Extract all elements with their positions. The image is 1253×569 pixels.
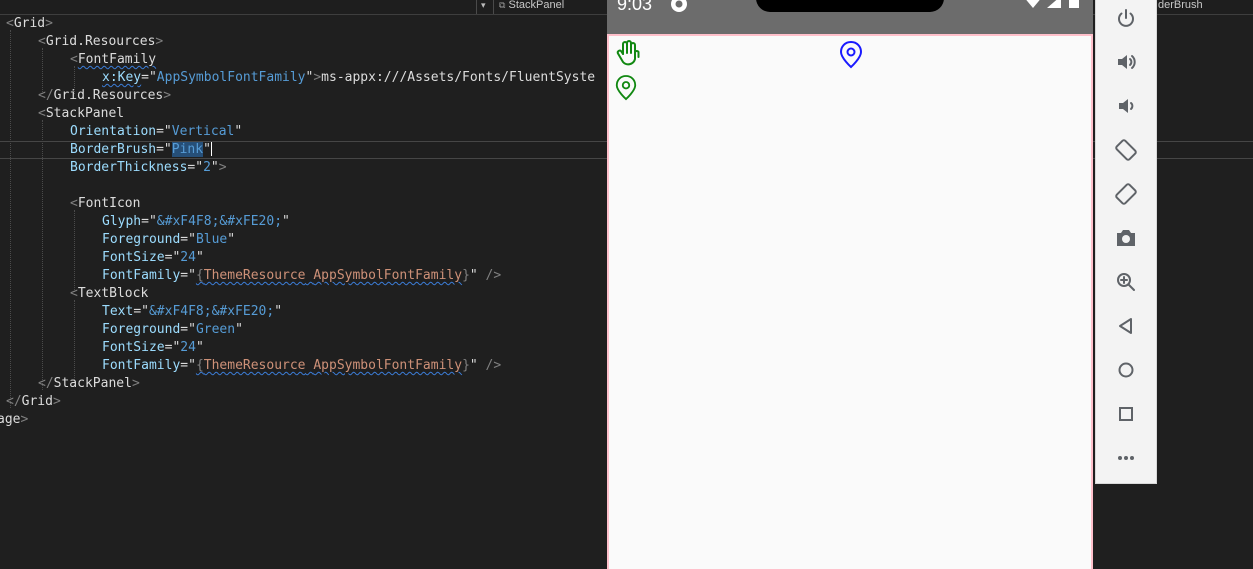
volume-up-button[interactable]	[1113, 49, 1139, 75]
volume-down-button[interactable]	[1113, 93, 1139, 119]
code-line: <Grid.Resources>	[38, 34, 164, 49]
back-icon	[1119, 318, 1132, 334]
text-caret	[210, 141, 212, 156]
code-line: Orientation="Vertical"	[70, 124, 243, 139]
indent-guide	[10, 30, 11, 408]
rotate-left-button[interactable]	[1113, 137, 1139, 163]
camera-cutout	[756, 0, 944, 12]
code-line: </Grid.Resources>	[38, 88, 172, 103]
code-line: </Grid>	[6, 394, 61, 409]
back-button[interactable]	[1113, 313, 1139, 339]
code-line-current: BorderBrush="Pink"	[70, 141, 212, 157]
emulator-side-toolbar	[1095, 0, 1157, 484]
location-pin-icon	[839, 40, 863, 69]
status-time: 9:03	[617, 0, 653, 14]
code-line: FontFamily="{ThemeResource AppSymbolFont…	[102, 268, 502, 283]
more-button[interactable]	[1113, 445, 1139, 471]
notification-icon	[671, 0, 687, 12]
volume-up-icon	[1118, 55, 1136, 69]
android-emulator-screen[interactable]: 9:03	[607, 0, 1093, 569]
code-line: </StackPanel>	[38, 376, 140, 391]
element-icon: ⧉	[499, 0, 506, 10]
indent-guide	[74, 300, 75, 382]
code-line: age>	[0, 412, 29, 427]
volume-down-icon	[1119, 99, 1134, 113]
camera-icon	[1117, 230, 1135, 246]
rotate-right-button[interactable]	[1113, 181, 1139, 207]
rotate-right-icon	[1115, 183, 1137, 205]
status-bar: 9:03	[607, 0, 1093, 34]
code-line: x:Key="AppSymbolFontFamily">ms-appx:///A…	[102, 70, 596, 85]
power-icon	[1118, 9, 1134, 27]
overview-icon	[1119, 407, 1133, 421]
navbar-divider	[476, 0, 477, 14]
code-line: Foreground="Blue"	[102, 232, 236, 247]
signal-icon	[1047, 0, 1061, 8]
zoom-icon	[1117, 273, 1135, 291]
power-button[interactable]	[1113, 5, 1139, 31]
screenshot-button[interactable]	[1113, 225, 1139, 251]
code-line: Text="&#xF4F8;&#xFE20;"	[102, 304, 283, 319]
zoom-button[interactable]	[1113, 269, 1139, 295]
code-line: <FontIcon	[70, 196, 141, 211]
code-line: <TextBlock	[70, 286, 149, 301]
code-line: FontSize="24"	[102, 340, 204, 355]
rotate-left-icon	[1115, 139, 1137, 161]
hand-icon	[616, 40, 640, 66]
indent-guide	[42, 120, 43, 390]
stackpanel-pink-border	[607, 34, 1093, 569]
code-line: <Grid>	[6, 16, 53, 31]
breadcrumb-stackpanel[interactable]: ⧉ StackPanel	[499, 0, 564, 11]
xaml-code-editor[interactable]: <Grid> <Grid.Resources> <FontFamily x:Ke…	[0, 14, 607, 569]
dropdown-arrow-icon[interactable]: ▾	[481, 0, 486, 11]
code-line: Foreground="Green"	[102, 322, 243, 337]
battery-icon	[1069, 0, 1079, 8]
code-line: <FontFamily	[70, 52, 157, 67]
breadcrumb-borderbrush[interactable]: derBrush	[1158, 0, 1203, 11]
code-line: BorderThickness="2">	[70, 160, 227, 175]
more-icon	[1118, 456, 1134, 460]
navbar-divider	[493, 0, 494, 14]
overview-button[interactable]	[1113, 401, 1139, 427]
home-icon	[1118, 362, 1134, 378]
code-line: <StackPanel	[38, 106, 125, 121]
home-button[interactable]	[1113, 357, 1139, 383]
location-pin-icon	[615, 75, 637, 101]
code-line: FontSize="24"	[102, 250, 204, 265]
code-line: FontFamily="{ThemeResource AppSymbolFont…	[102, 358, 502, 373]
code-line: Glyph="&#xF4F8;&#xFE20;"	[102, 214, 290, 229]
indent-guide	[74, 210, 75, 292]
wifi-icon	[1026, 0, 1040, 8]
